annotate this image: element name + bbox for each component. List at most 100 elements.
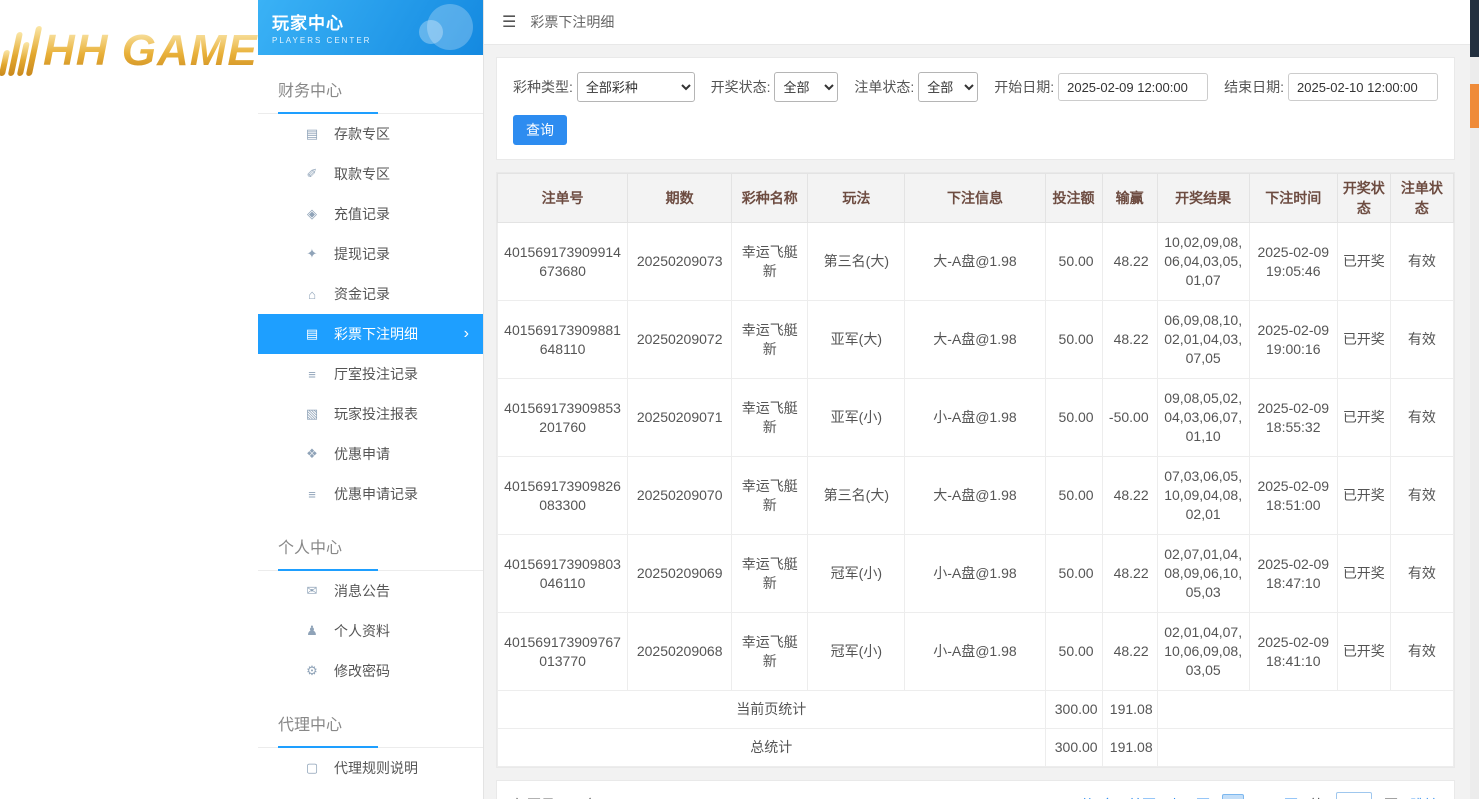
page-jump-input[interactable] (1336, 792, 1372, 799)
sidebar-item-promo-record[interactable]: ≡优惠申请记录 (258, 474, 483, 514)
sidebar-item-hall-bet-record[interactable]: ≡厅室投注记录 (258, 354, 483, 394)
table-cell: -50.00 (1102, 379, 1157, 457)
table-cell: 06,09,08,10,02,01,04,03,07,05 (1157, 301, 1249, 379)
summary-bet-total: 300.00 (1045, 729, 1102, 767)
table-cell: 小-A盘@1.98 (905, 379, 1045, 457)
start-date-label: 开始日期: (994, 77, 1054, 97)
sidebar-item-document[interactable]: ▢代理规则说明 (258, 748, 483, 788)
sidebar-item-recharge-record[interactable]: ◈充值记录 (258, 194, 483, 234)
current-page-badge[interactable]: 1 (1222, 794, 1244, 799)
sidebar-item-team-stats[interactable]: ▥代理团队统计 (258, 788, 483, 799)
table-cell: 已开奖 (1337, 535, 1390, 613)
table-cell: 401569173909803046110 (498, 535, 628, 613)
summary-bet-total: 300.00 (1045, 691, 1102, 729)
table-cell: 第三名(大) (808, 223, 905, 301)
table-cell: 20250209073 (628, 223, 732, 301)
sidebar-item-withdrawal-record[interactable]: ✦提现记录 (258, 234, 483, 274)
table-cell: 401569173909767013770 (498, 613, 628, 691)
table-cell: 50.00 (1045, 301, 1102, 379)
summary-winloss-total: 191.08 (1102, 691, 1157, 729)
start-date-input[interactable] (1058, 73, 1208, 101)
sidebar-item-label: 厅室投注记录 (334, 364, 418, 384)
section-heading-label: 个人中心 (278, 540, 342, 557)
sidebar-item-bell[interactable]: ✉消息公告 (258, 571, 483, 611)
column-header: 输赢 (1102, 174, 1157, 223)
scrollbar-thumb[interactable] (1470, 84, 1479, 128)
page-size-text: 每页显示20条 (513, 795, 599, 799)
table-cell: 50.00 (1045, 457, 1102, 535)
logo-bars-icon (0, 26, 42, 76)
sidebar-item-label: 彩票下注明细 (334, 324, 418, 344)
sidebar-item-player-bet-report[interactable]: ▧玩家投注报表 (258, 394, 483, 434)
next-page-link[interactable]: 下一页 (1256, 795, 1298, 799)
column-header: 开奖状态 (1337, 174, 1390, 223)
draw-status-label: 开奖状态: (711, 77, 771, 97)
table-cell: 小-A盘@1.98 (905, 535, 1045, 613)
summary-label: 当前页统计 (498, 691, 1046, 729)
table-cell: 幸运飞艇新 (732, 379, 808, 457)
jump-button[interactable]: 跳转 (1410, 795, 1438, 799)
table-cell: 大-A盘@1.98 (905, 301, 1045, 379)
page-scrollbar[interactable] (1470, 0, 1479, 799)
sidebar-item-label: 充值记录 (334, 204, 390, 224)
order-status-label: 注单状态: (854, 77, 914, 97)
table-cell: 401569173909914673680 (498, 223, 628, 301)
column-header: 玩法 (808, 174, 905, 223)
page-title: 彩票下注明细 (530, 12, 614, 32)
pager-controls: 共6条 首页 上一页 1 下一页 第 页 跳转 (1080, 792, 1438, 799)
sidebar-header: 玩家中心 PLAYERS CENTER (258, 0, 483, 55)
app-root: HH GAME 玩家中心 PLAYERS CENTER 财务中心 ▤存款专区✐取款… (0, 0, 1479, 799)
brand-logo-text: HH GAME (43, 26, 258, 76)
user-icon: ♟ (304, 623, 320, 639)
menu-toggle-icon[interactable]: ☰ (502, 12, 516, 32)
first-page-link[interactable]: 首页 (1128, 795, 1156, 799)
summary-row: 总统计300.00191.08 (498, 729, 1454, 767)
summary-empty (1157, 691, 1453, 729)
table-cell: 幸运飞艇新 (732, 301, 808, 379)
table-cell: 有效 (1390, 457, 1453, 535)
sidebar-item-funds-record[interactable]: ⌂资金记录 (258, 274, 483, 314)
table-cell: 50.00 (1045, 379, 1102, 457)
sidebar-item-lottery-bet-detail[interactable]: ▤彩票下注明细› (258, 314, 483, 354)
sidebar-item-label: 提现记录 (334, 244, 390, 264)
filter-row: 彩种类型: 全部彩种 开奖状态: 全部 注单状态: 全部 开始日期: 结束日期: (513, 72, 1438, 102)
table-cell: 50.00 (1045, 535, 1102, 613)
sidebar: 玩家中心 PLAYERS CENTER 财务中心 ▤存款专区✐取款专区◈充值记录✦… (258, 0, 484, 799)
search-button[interactable]: 查询 (513, 115, 567, 145)
sidebar-item-withdraw[interactable]: ✐取款专区 (258, 154, 483, 194)
jump-prefix-text: 第 (1310, 795, 1324, 799)
funds-record-icon: ⌂ (304, 287, 320, 302)
table-cell: 有效 (1390, 223, 1453, 301)
prev-page-link[interactable]: 上一页 (1168, 795, 1210, 799)
section-heading: 代理中心 (258, 703, 483, 748)
section-heading: 财务中心 (258, 69, 483, 114)
table-cell: 20250209068 (628, 613, 732, 691)
filter-panel: 彩种类型: 全部彩种 开奖状态: 全部 注单状态: 全部 开始日期: 结束日期: (496, 57, 1455, 160)
end-date-input[interactable] (1288, 73, 1438, 101)
table-cell: 大-A盘@1.98 (905, 457, 1045, 535)
table-cell: 401569173909853201760 (498, 379, 628, 457)
order-status-select[interactable]: 全部 (918, 72, 978, 102)
table-cell: 已开奖 (1337, 223, 1390, 301)
table-cell: 20250209070 (628, 457, 732, 535)
table-cell: 幸运飞艇新 (732, 457, 808, 535)
sidebar-item-deposit[interactable]: ▤存款专区 (258, 114, 483, 154)
table-row: 40156917390976701377020250209068幸运飞艇新冠军(… (498, 613, 1454, 691)
table-cell: 有效 (1390, 379, 1453, 457)
table-cell: 小-A盘@1.98 (905, 613, 1045, 691)
table-cell: 48.22 (1102, 223, 1157, 301)
table-cell: 401569173909881648110 (498, 301, 628, 379)
pagination-bar: 每页显示20条 共6条 首页 上一页 1 下一页 第 页 跳转 (496, 780, 1455, 799)
table-cell: 亚军(小) (808, 379, 905, 457)
section-heading-label: 财务中心 (278, 83, 342, 100)
sidebar-item-label: 存款专区 (334, 124, 390, 144)
table-row: 40156917390991467368020250209073幸运飞艇新第三名… (498, 223, 1454, 301)
sidebar-item-label: 个人资料 (334, 621, 390, 641)
draw-status-select[interactable]: 全部 (774, 72, 838, 102)
sidebar-item-promo-apply[interactable]: ❖优惠申请 (258, 434, 483, 474)
table-cell: 48.22 (1102, 535, 1157, 613)
gear-icon: ⚙ (304, 663, 320, 679)
sidebar-item-user[interactable]: ♟ 个人资料 (258, 611, 483, 651)
sidebar-item-gear[interactable]: ⚙修改密码 (258, 651, 483, 691)
lottery-type-select[interactable]: 全部彩种 (577, 72, 695, 102)
